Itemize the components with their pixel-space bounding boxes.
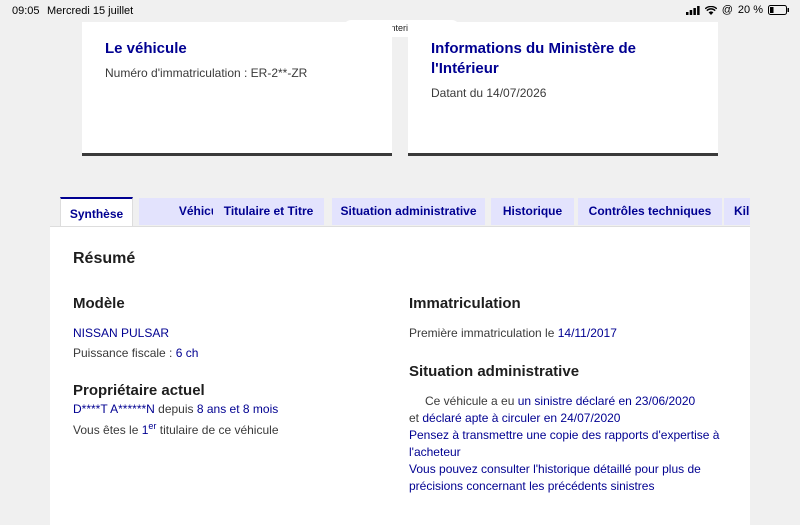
vehicle-card-title: Le véhicule [105, 40, 187, 57]
model-heading: Modèle [73, 295, 125, 312]
ministry-card-title: Informations du Ministère de l'Intérieur [431, 40, 637, 77]
tab-titulaire[interactable]: Titulaire et Titre [213, 198, 324, 225]
fiscal-power-value: 6 ch [175, 346, 199, 360]
first-registration: Première immatriculation le 14/11/2017 [409, 325, 617, 342]
history-note-line1: Vous pouvez consulter l'historique détai… [409, 462, 701, 476]
first-registration-label: Première immatriculation le [409, 326, 558, 340]
owner-rank-suffix: titulaire de ce véhicule [156, 423, 279, 437]
battery-icon [768, 5, 789, 15]
status-time: 09:05 [12, 5, 40, 17]
fit-line: et déclaré apte à circuler en 24/07/2020 [409, 410, 620, 427]
history-note-line2: précisions concernant les précédents sin… [409, 479, 655, 493]
claim-link[interactable]: un sinistre déclaré en 23/06/2020 [518, 394, 695, 408]
tab-kilometrage[interactable]: Kil [724, 198, 750, 225]
tab-situation-administrative[interactable]: Situation administrative [332, 198, 485, 225]
wifi-icon [704, 5, 717, 15]
status-indicators: @ 20 % [685, 4, 790, 16]
expertise-note-line2: l'acheteur [409, 445, 461, 459]
first-registration-date: 14/11/2017 [557, 326, 617, 340]
owner-since-label: depuis [154, 402, 197, 416]
registration-heading: Immatriculation [409, 295, 521, 312]
status-date: Mercredi 15 juillet [47, 5, 134, 17]
summary-heading: Résumé [73, 250, 136, 267]
claim-prefix: Ce véhicule a eu [425, 394, 518, 408]
signal-icon [685, 5, 700, 15]
fit-prefix: et [409, 411, 423, 425]
owner-name: D****T A******N [73, 402, 155, 416]
owner-heading: Propriétaire actuel [73, 382, 205, 399]
owner-rank: Vous êtes le 1er titulaire de ce véhicul… [73, 418, 279, 439]
admin-heading: Situation administrative [409, 363, 580, 380]
model-name: NISSAN PULSAR [73, 326, 170, 340]
registration-number: Numéro d'immatriculation : ER-2**-ZR [105, 66, 308, 80]
claim-line: Ce véhicule a eu un sinistre déclaré en … [425, 393, 695, 410]
vehicle-card: Le véhicule Numéro d'immatriculation : E… [82, 22, 392, 156]
fit-link[interactable]: déclaré apte à circuler en 24/07/2020 [422, 411, 620, 425]
owner-since-value: 8 ans et 8 mois [196, 402, 279, 416]
ministry-card: Informations du Ministère de l'Intérieur… [408, 22, 718, 156]
tab-historique[interactable]: Historique [491, 198, 574, 225]
owner-rank-prefix: Vous êtes le [73, 423, 142, 437]
tab-controles-techniques[interactable]: Contrôles techniques [578, 198, 722, 225]
status-bar: 09:05 Mercredi 15 juillet @ 20 % [0, 0, 800, 22]
expertise-note-line1: Pensez à transmettre une copie des rappo… [409, 428, 720, 442]
tab-synthese[interactable]: Synthèse [60, 197, 133, 227]
tab-bar: Synthèse Véhicule Titulaire et Titre Sit… [60, 197, 750, 227]
data-date: Datant du 14/07/2026 [431, 86, 547, 100]
owner-line: D****T A******N depuis 8 ans et 8 mois [73, 401, 278, 418]
rotation-lock-icon: @ [721, 4, 733, 16]
fiscal-power: Puissance fiscale : 6 ch [73, 345, 198, 362]
battery-percent: 20 % [737, 4, 763, 16]
fiscal-power-label: Puissance fiscale : [73, 346, 176, 360]
